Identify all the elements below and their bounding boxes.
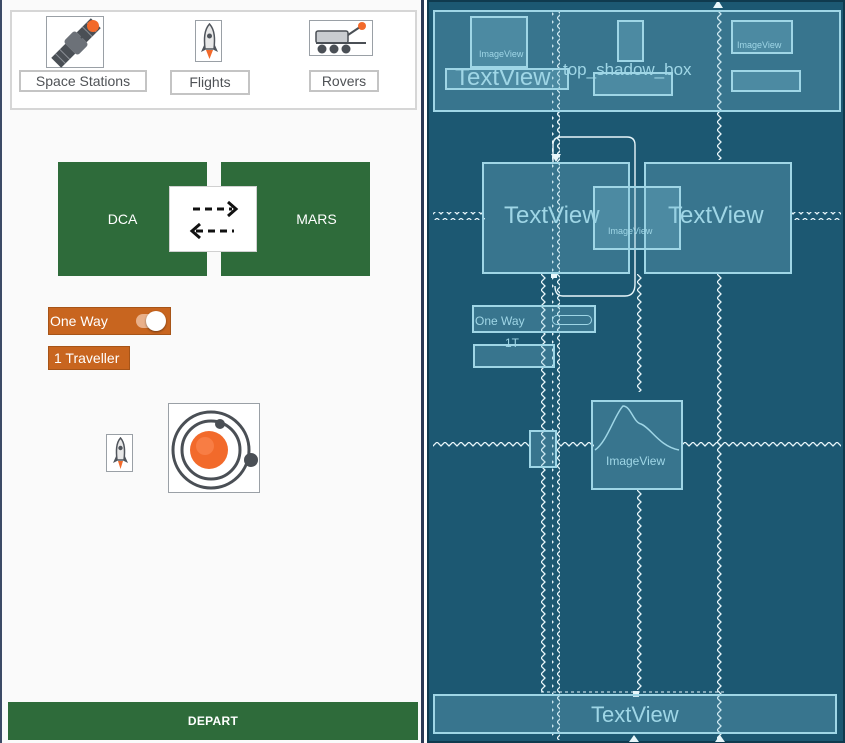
- blueprint-small-image: [529, 430, 557, 468]
- blueprint-swap-image: ImageView: [593, 186, 681, 250]
- blueprint-image-view: ImageView: [731, 20, 793, 54]
- design-preview: Space Stations Flights Rovers DCA MARS O…: [0, 0, 424, 743]
- swap-arrows-icon: [189, 200, 239, 240]
- satellite-icon[interactable]: [46, 16, 104, 68]
- depart-button[interactable]: DEPART: [8, 702, 418, 740]
- origin-label: DCA: [107, 211, 138, 227]
- solar-system-icon[interactable]: [168, 403, 260, 493]
- blueprint-textview-rovers: [731, 70, 801, 92]
- switch-thumb: [146, 311, 166, 331]
- one-way-label: One Way: [50, 313, 108, 329]
- blueprint-image-view: ImageView: [470, 16, 528, 68]
- one-way-switch[interactable]: One Way: [48, 307, 171, 335]
- blueprint-view: ImageView ImageView TextView top_shadow_…: [427, 0, 845, 743]
- blueprint-switch: One Way: [472, 305, 596, 333]
- rocket-icon: [106, 434, 133, 472]
- tab-rovers[interactable]: Rovers: [309, 70, 379, 92]
- blueprint-image-view: [617, 20, 644, 62]
- depart-label: DEPART: [187, 714, 239, 728]
- blueprint-travellers: 1T: [473, 336, 555, 368]
- tab-space-stations[interactable]: Space Stations: [19, 70, 147, 92]
- blueprint-textview-top: TextView: [445, 64, 569, 91]
- rover-icon[interactable]: [309, 20, 373, 56]
- swap-button[interactable]: [169, 186, 257, 252]
- rocket-icon[interactable]: [195, 20, 222, 62]
- constraint-lines: [433, 2, 841, 742]
- top-shadow-box-label: top_shadow_box: [563, 60, 692, 79]
- blueprint-bottom-textview: TextView: [433, 694, 837, 734]
- travellers-button[interactable]: 1 Traveller: [48, 346, 130, 370]
- destination-label: MARS: [296, 211, 337, 227]
- blueprint-galaxy-image: ImageView: [591, 400, 683, 490]
- tab-flights[interactable]: Flights: [170, 70, 250, 95]
